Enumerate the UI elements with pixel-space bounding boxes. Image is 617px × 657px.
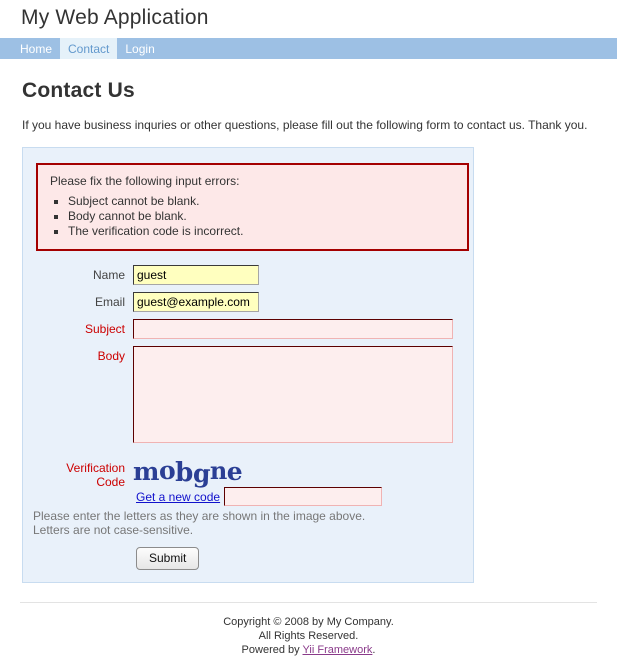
label-verification-line1: Verification bbox=[66, 461, 125, 475]
footer-powered-by: Powered by Yii Framework. bbox=[20, 643, 597, 657]
label-name: Name bbox=[92, 268, 125, 282]
form-row-email: Email bbox=[33, 292, 463, 312]
captcha-char-4: n bbox=[209, 456, 227, 485]
email-input[interactable] bbox=[133, 292, 259, 312]
main-navigation: Home Contact Login bbox=[0, 38, 617, 59]
captcha-hint: Please enter the letters as they are sho… bbox=[33, 509, 463, 537]
intro-text: If you have business inquries or other q… bbox=[22, 118, 588, 132]
nav-link-home[interactable]: Home bbox=[12, 38, 60, 59]
body-textarea[interactable] bbox=[133, 346, 453, 443]
form-row-body: Body bbox=[33, 346, 463, 446]
main-content: Contact Us If you have business inquries… bbox=[0, 79, 617, 583]
error-item-body: Body cannot be blank. bbox=[68, 209, 457, 224]
captcha-hint-line2: Letters are not case-sensitive. bbox=[33, 523, 194, 537]
nav-link-contact[interactable]: Contact bbox=[60, 38, 118, 59]
page-root: My Web Application Home Contact Login Co… bbox=[0, 0, 617, 657]
field-wrap-name bbox=[133, 265, 463, 285]
form-actions: Submit bbox=[136, 547, 463, 570]
captcha-hint-line1: Please enter the letters as they are sho… bbox=[33, 509, 366, 523]
form-row-subject: Subject bbox=[33, 319, 463, 339]
captcha-controls: Get a new code bbox=[136, 487, 463, 506]
subject-input[interactable] bbox=[133, 319, 453, 339]
site-footer: Copyright © 2008 by My Company. All Righ… bbox=[20, 602, 597, 657]
captcha-char-3: g bbox=[192, 458, 211, 489]
label-body: Body bbox=[97, 349, 125, 363]
nav-list: Home Contact Login bbox=[0, 38, 617, 59]
error-item-verification: The verification code is incorrect. bbox=[68, 224, 457, 239]
site-logo: My Web Application bbox=[21, 6, 209, 29]
captcha-char-2: b bbox=[175, 458, 193, 488]
label-subject: Subject bbox=[84, 322, 125, 336]
captcha-image: mobgne bbox=[133, 455, 463, 489]
yii-framework-link[interactable]: Yii Framework bbox=[303, 644, 373, 656]
field-wrap-body bbox=[133, 346, 463, 446]
label-verification-line2: Code bbox=[96, 475, 125, 489]
error-item-subject: Subject cannot be blank. bbox=[68, 194, 457, 209]
error-list: Subject cannot be blank. Body cannot be … bbox=[48, 194, 457, 239]
verification-code-input[interactable] bbox=[224, 487, 383, 506]
footer-powered-prefix: Powered by bbox=[241, 644, 303, 656]
footer-copyright: Copyright © 2008 by My Company. bbox=[223, 616, 394, 628]
captcha-char-0: m bbox=[133, 457, 159, 486]
contact-form: Please fix the following input errors: S… bbox=[22, 147, 474, 583]
nav-item-contact[interactable]: Contact bbox=[60, 38, 118, 59]
captcha-char-1: o bbox=[158, 455, 176, 486]
field-wrap-email bbox=[133, 292, 463, 312]
nav-item-home[interactable]: Home bbox=[12, 38, 60, 59]
footer-powered-suffix: . bbox=[372, 644, 376, 656]
form-row-name: Name bbox=[33, 265, 463, 285]
captcha-char-5: e bbox=[226, 457, 243, 486]
get-new-code-link[interactable]: Get a new code bbox=[136, 490, 220, 504]
error-summary-heading: Please fix the following input errors: bbox=[50, 174, 240, 188]
name-input[interactable] bbox=[133, 265, 259, 285]
nav-item-login[interactable]: Login bbox=[117, 38, 162, 59]
captcha-area: mobgne bbox=[133, 455, 463, 489]
label-verification-code: Verification Code bbox=[33, 461, 125, 489]
form-row-verification-code: Verification Code mobgne Get a new code … bbox=[33, 455, 463, 538]
page-title: Contact Us bbox=[22, 79, 135, 102]
label-email: Email bbox=[94, 295, 125, 309]
nav-link-login[interactable]: Login bbox=[117, 38, 162, 59]
submit-button[interactable]: Submit bbox=[136, 547, 200, 570]
field-wrap-subject bbox=[133, 319, 463, 339]
error-summary: Please fix the following input errors: S… bbox=[36, 163, 469, 251]
site-header: My Web Application bbox=[0, 0, 617, 38]
footer-rights: All Rights Reserved. bbox=[258, 630, 359, 642]
